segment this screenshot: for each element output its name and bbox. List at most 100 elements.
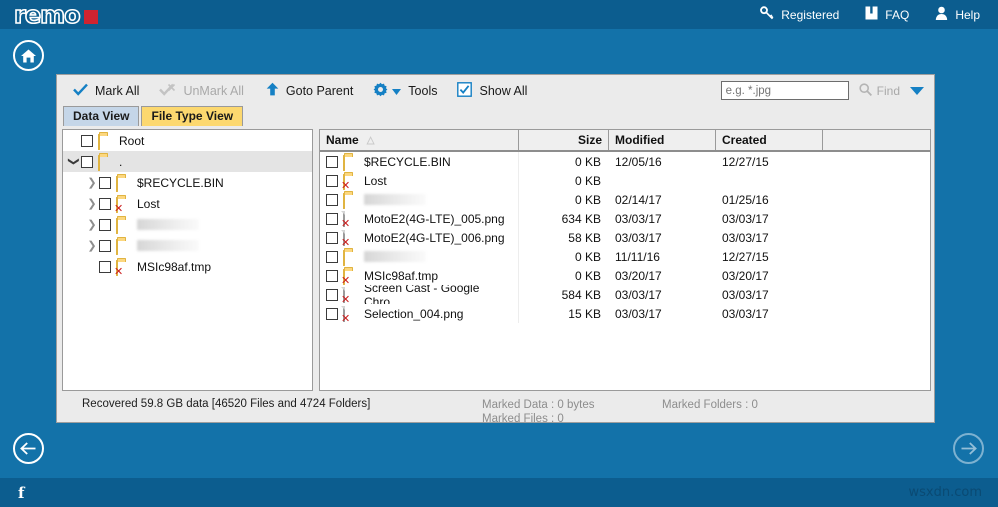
search-options-caret-icon[interactable] bbox=[910, 86, 924, 95]
search-input[interactable] bbox=[720, 81, 849, 100]
file-size: 0 KB bbox=[574, 192, 601, 207]
redacted-label bbox=[137, 240, 199, 251]
faq-label: FAQ bbox=[885, 7, 910, 22]
table-row[interactable]: ✕ MSIc98af.tmp 0 KB 03/20/17 03/20/17 bbox=[320, 266, 930, 285]
row-checkbox[interactable] bbox=[326, 193, 338, 206]
table-row[interactable]: 0 KB 11/11/16 12/27/15 bbox=[320, 247, 930, 266]
tree-node-checkbox[interactable] bbox=[99, 260, 111, 273]
row-checkbox[interactable] bbox=[326, 250, 338, 263]
file-modified: 03/03/17 bbox=[615, 306, 662, 321]
file-name: MotoE2(4G-LTE)_006.png bbox=[364, 230, 505, 245]
chevron-right-icon[interactable]: ❯ bbox=[85, 218, 99, 231]
header-links: Registered FAQ Help bbox=[760, 6, 980, 23]
show-all-button[interactable]: Show All bbox=[447, 77, 537, 104]
row-checkbox[interactable] bbox=[326, 269, 338, 282]
tree-node[interactable]: ❯ bbox=[63, 214, 312, 235]
app-header: remo Registered FAQ Help bbox=[0, 0, 998, 29]
tree-node-checkbox[interactable] bbox=[99, 197, 111, 210]
tree-node-checkbox[interactable] bbox=[99, 176, 111, 189]
marked-summary: Marked Data : 0 bytes Marked Files : 0 bbox=[482, 398, 662, 426]
table-row[interactable]: 0 KB 02/14/17 01/25/16 bbox=[320, 190, 930, 209]
row-checkbox[interactable] bbox=[326, 307, 338, 320]
tools-button[interactable]: Tools bbox=[363, 77, 447, 104]
tree-node[interactable]: Root bbox=[63, 130, 312, 151]
tab-file-type-view[interactable]: File Type View bbox=[141, 106, 244, 126]
sort-ascending-icon: △ bbox=[366, 134, 375, 146]
chevron-down-icon[interactable]: ❯ bbox=[68, 155, 81, 169]
home-button[interactable] bbox=[13, 40, 44, 71]
unmark-all-button[interactable]: UnMark All bbox=[149, 77, 253, 104]
table-row[interactable]: $RECYCLE.BIN 0 KB 12/05/16 12/27/15 bbox=[320, 152, 930, 171]
tree-node-label: Lost bbox=[137, 196, 160, 211]
tree-node-checkbox[interactable] bbox=[99, 239, 111, 252]
tree-node-checkbox[interactable] bbox=[81, 134, 93, 147]
toolbar: Mark All UnMark All Goto Parent Tools Sh… bbox=[57, 75, 934, 106]
marked-files: Marked Files : 0 bbox=[482, 413, 564, 425]
facebook-icon[interactable]: f bbox=[18, 484, 24, 502]
file-deleted-icon: ✕ bbox=[341, 305, 358, 323]
watermark-text: wsxdn.com bbox=[908, 485, 983, 500]
table-row[interactable]: ✕ Screen Cast - Google Chro... 584 KB 03/03… bbox=[320, 285, 930, 304]
remo-logo: remo bbox=[13, 2, 98, 27]
table-row[interactable]: ✕ Selection_004.png 15 KB 03/03/17 03/03/17 bbox=[320, 304, 930, 323]
row-checkbox[interactable] bbox=[326, 212, 338, 225]
goto-parent-button[interactable]: Goto Parent bbox=[256, 77, 363, 104]
chevron-right-icon[interactable]: ❯ bbox=[85, 239, 99, 252]
tree-node[interactable]: ❯ $RECYCLE.BIN bbox=[63, 172, 312, 193]
row-checkbox[interactable] bbox=[326, 231, 338, 244]
column-header-size[interactable]: Size bbox=[519, 130, 609, 150]
row-checkbox[interactable] bbox=[326, 174, 338, 187]
file-created: 03/03/17 bbox=[722, 306, 769, 321]
tree-node-checkbox[interactable] bbox=[81, 155, 93, 168]
help-link[interactable]: Help bbox=[935, 6, 980, 23]
tree-node[interactable]: ✕ MSIc98af.tmp bbox=[63, 256, 312, 277]
folder-tree[interactable]: Root ❯. ❯ $RECYCLE.BIN ❯ ✕ Lost ❯ ❯ ✕ MSIc98af.tmp bbox=[62, 129, 313, 391]
tree-node-label: . bbox=[119, 154, 123, 169]
column-header-name-label: Name bbox=[326, 133, 359, 147]
tab-data-view[interactable]: Data View bbox=[63, 106, 140, 126]
file-created: 01/25/16 bbox=[722, 192, 769, 207]
footer-bar: f wsxdn.com bbox=[0, 478, 998, 507]
file-size: 15 KB bbox=[568, 306, 601, 321]
column-header-name[interactable]: Name △ bbox=[320, 130, 519, 150]
file-size: 0 KB bbox=[574, 268, 601, 283]
faq-link[interactable]: FAQ bbox=[865, 6, 909, 23]
find-button[interactable]: Find bbox=[859, 82, 900, 99]
folder-deleted-icon: ✕ bbox=[114, 196, 131, 214]
file-created: 03/03/17 bbox=[722, 287, 769, 302]
arrow-right-icon bbox=[961, 442, 977, 455]
table-row[interactable]: ✕ MotoE2(4G-LTE)_005.png 634 KB 03/03/17 03/… bbox=[320, 209, 930, 228]
folder-icon bbox=[116, 238, 131, 255]
mark-all-label: Mark All bbox=[95, 83, 140, 98]
mark-all-button[interactable]: Mark All bbox=[63, 77, 149, 104]
column-header-modified[interactable]: Modified bbox=[609, 130, 716, 150]
arrow-left-icon bbox=[20, 442, 36, 455]
back-button[interactable] bbox=[13, 433, 44, 464]
file-name: MSIc98af.tmp bbox=[364, 268, 439, 283]
tree-node[interactable]: ❯. bbox=[63, 151, 312, 172]
column-header-extra[interactable] bbox=[823, 130, 930, 150]
column-header-created[interactable]: Created bbox=[716, 130, 823, 150]
arrow-up-icon bbox=[266, 82, 279, 99]
checkbox-checked-icon bbox=[457, 81, 473, 100]
chevron-right-icon[interactable]: ❯ bbox=[85, 197, 99, 210]
registered-link[interactable]: Registered bbox=[760, 6, 839, 23]
tree-node[interactable]: ❯ bbox=[63, 235, 312, 256]
chevron-right-icon[interactable]: ❯ bbox=[85, 176, 99, 189]
tree-node-label: Root bbox=[119, 133, 145, 148]
row-checkbox[interactable] bbox=[326, 155, 338, 168]
forward-button[interactable] bbox=[953, 433, 984, 464]
tree-node[interactable]: ❯ ✕ Lost bbox=[63, 193, 312, 214]
check-icon bbox=[73, 83, 88, 99]
tree-node-checkbox[interactable] bbox=[99, 218, 111, 231]
view-tabs: Data View File Type View bbox=[57, 106, 934, 126]
folder-icon bbox=[343, 154, 358, 171]
file-created: 03/20/17 bbox=[722, 268, 769, 283]
table-row[interactable]: ✕ MotoE2(4G-LTE)_006.png 58 KB 03/03/17 03/0… bbox=[320, 228, 930, 247]
row-checkbox[interactable] bbox=[326, 288, 338, 301]
tree-rows: Root ❯. ❯ $RECYCLE.BIN ❯ ✕ Lost ❯ ❯ ✕ MSIc98af.tmp bbox=[63, 130, 312, 277]
file-list[interactable]: Name △ Size Modified Created $RECYCLE.BI… bbox=[319, 129, 931, 391]
table-row[interactable]: ✕ Lost 0 KB bbox=[320, 171, 930, 190]
person-icon bbox=[935, 6, 948, 23]
search-area: Find bbox=[720, 81, 928, 100]
